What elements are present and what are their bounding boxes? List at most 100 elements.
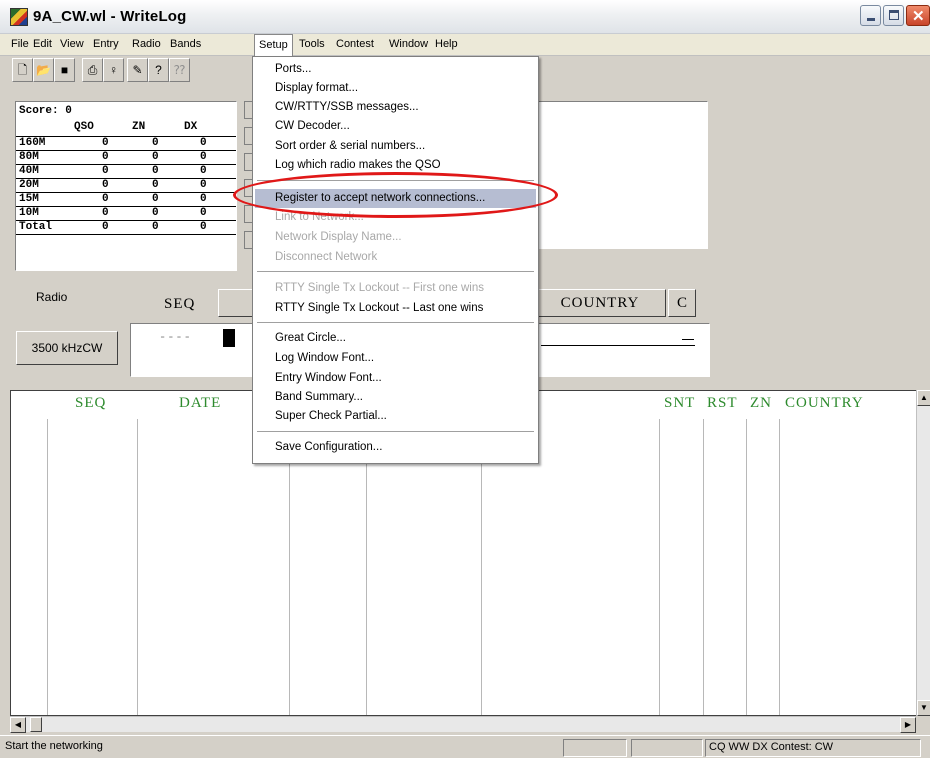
menu-item-super-check[interactable]: Super Check Partial... xyxy=(255,407,536,426)
pencil-icon[interactable]: ✎ xyxy=(127,58,148,82)
column-divider xyxy=(47,419,48,715)
zone-count: 0 xyxy=(152,165,159,177)
menu-window[interactable]: Window xyxy=(389,38,428,50)
title-bar: 9A_CW.wl - WriteLog ✕ xyxy=(0,0,930,34)
scroll-down-icon[interactable]: ▼ xyxy=(917,700,930,716)
text-cursor xyxy=(223,329,235,347)
qso-count: 0 xyxy=(102,151,109,163)
score-title: Score: 0 xyxy=(19,105,72,117)
menu-item-messages[interactable]: CW/RTTY/SSB messages... xyxy=(255,98,536,117)
zone-count: 0 xyxy=(152,221,159,233)
entry-c-header[interactable]: C xyxy=(668,289,696,317)
menu-item-register-network[interactable]: Register to accept network connections..… xyxy=(255,189,536,208)
column-divider xyxy=(137,419,138,715)
log-header-seq[interactable]: SEQ xyxy=(75,395,106,412)
band-label: 10M xyxy=(19,207,39,219)
menu-item-great-circle[interactable]: Great Circle... xyxy=(255,329,536,348)
maximize-button[interactable] xyxy=(883,5,904,26)
log-header-date[interactable]: DATE xyxy=(179,395,221,412)
menu-item-rtty-last[interactable]: RTTY Single Tx Lockout -- Last one wins xyxy=(255,299,536,318)
qso-count: 0 xyxy=(102,165,109,177)
menu-view[interactable]: View xyxy=(60,38,84,50)
score-row: 80M 0 0 0 xyxy=(16,150,236,163)
menu-item-disconnect-network[interactable]: Disconnect Network xyxy=(255,248,536,267)
log-header-snt[interactable]: SNT xyxy=(664,395,695,412)
menu-item-log-font[interactable]: Log Window Font... xyxy=(255,349,536,368)
context-help-icon[interactable]: ⁇ xyxy=(169,58,190,82)
log-header-country[interactable]: COUNTRY xyxy=(785,395,864,412)
scroll-left-icon[interactable]: ◀ xyxy=(10,717,26,733)
log-horizontal-scrollbar[interactable]: ◀ ▶ xyxy=(10,716,916,733)
menu-file[interactable]: File xyxy=(11,38,29,50)
frequency-button[interactable]: 3500 kHzCW xyxy=(16,331,118,365)
menu-separator xyxy=(257,271,534,272)
score-row: 10M 0 0 0 xyxy=(16,206,236,219)
writelog-app-icon[interactable] xyxy=(10,8,28,26)
menu-item-network-name[interactable]: Network Display Name... xyxy=(255,228,536,247)
log-vertical-scrollbar[interactable]: ▲ ▼ xyxy=(916,390,930,716)
antenna-icon[interactable]: ♀ xyxy=(103,58,124,82)
menu-item-cw-decoder[interactable]: CW Decoder... xyxy=(255,117,536,136)
entry-column-button[interactable] xyxy=(218,289,254,317)
rate-field xyxy=(244,153,252,171)
menu-setup[interactable]: Setup xyxy=(254,34,293,56)
open-file-icon[interactable]: 📂 xyxy=(33,58,54,82)
dx-count: 0 xyxy=(200,193,207,205)
menu-item-sort-order[interactable]: Sort order & serial numbers... xyxy=(255,137,536,156)
scroll-thumb[interactable] xyxy=(30,717,42,732)
print-icon[interactable]: ⎙ xyxy=(82,58,103,82)
menu-entry[interactable]: Entry xyxy=(93,38,119,50)
menu-item-band-summary[interactable]: Band Summary... xyxy=(255,388,536,407)
menu-edit[interactable]: Edit xyxy=(33,38,52,50)
menu-radio[interactable]: Radio xyxy=(132,38,161,50)
rate-field xyxy=(244,179,252,197)
new-file-icon[interactable]: 🗋 xyxy=(12,58,33,82)
status-pane-empty xyxy=(563,739,627,757)
minimize-button[interactable] xyxy=(860,5,881,26)
menu-item-display-format[interactable]: Display format... xyxy=(255,79,536,98)
qso-count: 0 xyxy=(102,193,109,205)
log-header-rst[interactable]: RST xyxy=(707,395,738,412)
menu-item-entry-font[interactable]: Entry Window Font... xyxy=(255,369,536,388)
menu-bar: File Edit View Entry Radio Bands Setup T… xyxy=(0,34,930,56)
dx-count: 0 xyxy=(200,165,207,177)
score-header-qso: QSO xyxy=(74,121,94,133)
contest-status: CQ WW DX Contest: CW xyxy=(705,739,921,757)
zone-count: 0 xyxy=(152,179,159,191)
help-icon[interactable]: ? xyxy=(148,58,169,82)
scroll-up-icon[interactable]: ▲ xyxy=(917,390,930,406)
menu-bands[interactable]: Bands xyxy=(170,38,201,50)
menu-contest[interactable]: Contest xyxy=(336,38,374,50)
zone-count: 0 xyxy=(152,151,159,163)
menu-item-ports[interactable]: Ports... xyxy=(255,60,536,79)
scroll-right-icon[interactable]: ▶ xyxy=(900,717,916,733)
score-header-zn: ZN xyxy=(132,121,146,133)
log-header-zn[interactable]: ZN xyxy=(750,395,772,412)
menu-help[interactable]: Help xyxy=(435,38,458,50)
menu-item-save-config[interactable]: Save Configuration... xyxy=(255,438,536,457)
save-icon[interactable]: ■ xyxy=(54,58,75,82)
status-pane-empty xyxy=(631,739,703,757)
dx-count: 0 xyxy=(200,221,207,233)
window-title: 9A_CW.wl - WriteLog xyxy=(33,8,187,25)
status-message: Start the networking xyxy=(5,740,103,752)
menu-item-log-radio[interactable]: Log which radio makes the QSO xyxy=(255,156,536,175)
close-button[interactable]: ✕ xyxy=(906,5,930,26)
entry-country-header[interactable]: COUNTRY xyxy=(534,289,666,317)
close-icon: ✕ xyxy=(912,8,925,25)
radio-label: Radio xyxy=(36,290,68,304)
score-divider xyxy=(16,234,236,235)
rate-field xyxy=(244,205,252,223)
menu-separator xyxy=(257,180,534,181)
menu-item-link-network[interactable]: Link to Network... xyxy=(255,208,536,227)
check-window[interactable] xyxy=(536,101,708,249)
qso-count: 0 xyxy=(102,207,109,219)
menu-separator xyxy=(257,322,534,323)
entry-seq-label: SEQ xyxy=(164,296,196,312)
qso-count: 0 xyxy=(102,221,109,233)
band-label: 40M xyxy=(19,165,39,177)
menu-tools[interactable]: Tools xyxy=(299,38,325,50)
score-header-dx: DX xyxy=(184,121,198,133)
score-row-total: Total 0 0 0 xyxy=(16,220,236,233)
menu-item-rtty-first[interactable]: RTTY Single Tx Lockout -- First one wins xyxy=(255,279,536,298)
